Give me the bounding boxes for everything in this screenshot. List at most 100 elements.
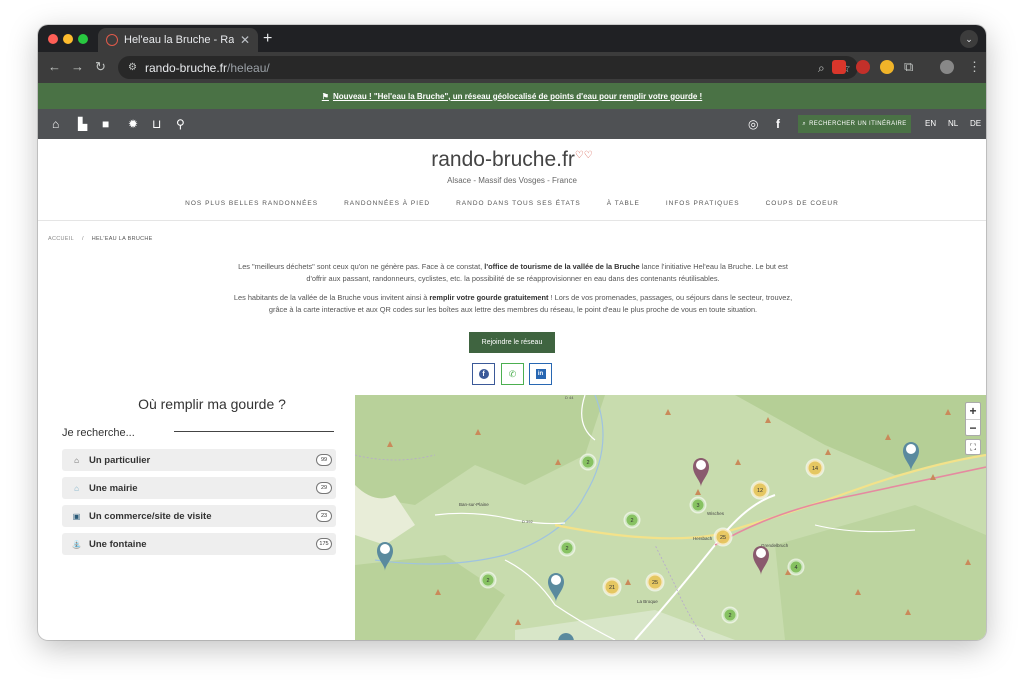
intro-paragraph-2: Les habitants de la vallée de la Bruche …	[233, 293, 793, 314]
menu-item-walking-hikes[interactable]: RANDONNÉES À PIED	[344, 200, 430, 207]
cluster-count[interactable]: 2	[565, 546, 568, 552]
search-route-label: RECHERCHER UN ITINÉRAIRE	[809, 121, 907, 127]
lang-nl[interactable]: NL	[948, 119, 958, 128]
reload-icon[interactable]: ↻	[95, 59, 106, 75]
browser-window: Hel'eau la Bruche - Rando Br ✕ + ⌄ ← → ↻…	[38, 25, 986, 640]
tab-search-icon[interactable]: ⌄	[960, 30, 978, 48]
filter-commerce[interactable]: ▣ Un commerce/site de visite 23	[62, 505, 336, 527]
place-label: Wisches	[707, 511, 725, 516]
map-canvas[interactable]: 2 14 12 3 2 25 2 4 2 21 25 2 Ban-sur-Pla…	[355, 395, 986, 640]
instagram-icon[interactable]: ◎	[748, 117, 758, 131]
logo-heart-icon: ♡♡	[574, 150, 593, 161]
cluster-count[interactable]: 25	[720, 535, 726, 541]
share-whatsapp-button[interactable]: ✆	[501, 363, 524, 385]
cluster-count[interactable]: 14	[812, 466, 818, 472]
browser-tab[interactable]: Hel'eau la Bruche - Rando Br ✕	[98, 28, 258, 52]
extension-icon[interactable]	[832, 60, 846, 74]
site-top-nav: ⌂ ▙ ■ ✹ ⊔ ⚲ ◎ f ⌕ RECHERCHER UN ITINÉRAI…	[38, 109, 986, 139]
road-label: D 44	[565, 395, 574, 400]
lang-de[interactable]: DE	[970, 119, 981, 128]
filter-fontaine[interactable]: ⛲ Une fontaine 175	[62, 533, 336, 555]
filter-count-badge: 99	[316, 454, 332, 466]
zoom-icon[interactable]: ⌕	[818, 61, 825, 76]
filter-count-badge: 175	[316, 538, 332, 550]
zoom-in-button[interactable]: +	[966, 403, 980, 419]
search-icon: ⌕	[802, 120, 807, 127]
facebook-icon[interactable]: f	[776, 117, 780, 131]
announcement-banner[interactable]: ⚑ Nouveau ! "Hel'eau la Bruche", un rése…	[38, 83, 986, 109]
forward-arrow-icon[interactable]: →	[71, 59, 84, 74]
site-favicon-icon	[106, 34, 118, 46]
map-zoom-control: + −	[965, 402, 981, 436]
maximize-window-button[interactable]	[78, 34, 88, 44]
profile-avatar[interactable]	[940, 60, 954, 74]
breadcrumb-home[interactable]: ACCUEIL	[48, 236, 74, 242]
cluster-count[interactable]: 2	[486, 578, 489, 584]
main-menu: NOS PLUS BELLES RANDONNÉES RANDONNÉES À …	[38, 200, 986, 207]
lang-en[interactable]: EN	[925, 119, 936, 128]
url-text: rando-bruche.fr/heleau/	[144, 60, 270, 75]
tab-title: Hel'eau la Bruche - Rando Br	[124, 34, 234, 46]
share-facebook-button[interactable]: f	[472, 363, 495, 385]
water-points-map[interactable]: 2 14 12 3 2 25 2 4 2 21 25 2 Ban-sur-Pla…	[355, 395, 986, 640]
cluster-count[interactable]: 25	[652, 580, 658, 586]
menu-item-a-table[interactable]: À TABLE	[607, 200, 640, 207]
filter-count-badge: 23	[316, 510, 332, 522]
home-icon[interactable]: ⌂	[52, 117, 59, 131]
browser-toolbar: ← → ↻ ⚙ rando-bruche.fr/heleau/ ⌕ ☆ ⧉ ⋮	[38, 52, 986, 83]
filter-label: Une fontaine	[89, 538, 147, 550]
cluster-count[interactable]: 2	[728, 613, 731, 619]
town-hall-icon: ⌂	[74, 483, 79, 493]
cluster-count[interactable]: 4	[794, 565, 797, 571]
settings-icon[interactable]: ✹	[128, 117, 138, 131]
filter-label: Un commerce/site de visite	[89, 510, 212, 522]
menu-item-favorites[interactable]: COUPS DE COEUR	[766, 200, 839, 207]
search-route-button[interactable]: ⌕ RECHERCHER UN ITINÉRAIRE	[798, 115, 911, 133]
menu-item-best-hikes[interactable]: NOS PLUS BELLES RANDONNÉES	[185, 200, 318, 207]
new-tab-icon[interactable]: +	[263, 30, 272, 48]
cluster-count[interactable]: 12	[757, 488, 763, 494]
facebook-icon: f	[478, 369, 489, 379]
site-info-icon[interactable]: ⚙	[128, 62, 137, 73]
search-label: Je recherche...	[62, 427, 135, 439]
cluster-count[interactable]: 21	[609, 585, 615, 591]
share-linkedin-button[interactable]: in	[529, 363, 552, 385]
tab-close-icon[interactable]: ✕	[240, 33, 250, 47]
place-label: La Broque	[637, 599, 658, 604]
video-icon[interactable]: ■	[102, 117, 109, 131]
intro-paragraph-1: Les "meilleurs déchets" sont ceux qu'on …	[238, 262, 788, 283]
menu-item-rando-states[interactable]: RANDO DANS TOUS SES ÉTATS	[456, 200, 581, 207]
menu-item-practical-info[interactable]: INFOS PRATIQUES	[666, 200, 740, 207]
join-network-button[interactable]: Rejoindre le réseau	[469, 332, 555, 353]
zoom-out-button[interactable]: −	[966, 419, 980, 435]
road-label: D 392	[522, 519, 533, 524]
back-arrow-icon[interactable]: ←	[48, 59, 61, 74]
cluster-count[interactable]: 2	[630, 518, 633, 524]
address-bar[interactable]: ⚙ rando-bruche.fr/heleau/ ⌕ ☆	[118, 56, 858, 79]
close-window-button[interactable]	[48, 34, 58, 44]
breadcrumb: ACCUEIL / HEL'EAU LA BRUCHE	[48, 236, 153, 242]
extension-icon[interactable]	[880, 60, 894, 74]
breadcrumb-current: HEL'EAU LA BRUCHE	[91, 236, 153, 242]
bike-icon[interactable]: ⚲	[176, 117, 185, 131]
basket-icon[interactable]: ⊔	[152, 117, 161, 131]
announcement-link[interactable]: Nouveau ! "Hel'eau la Bruche", un réseau…	[333, 92, 702, 101]
extension-icon[interactable]	[856, 60, 870, 74]
whatsapp-icon: ✆	[508, 368, 517, 379]
cluster-count[interactable]: 3	[696, 503, 699, 509]
filter-mairie[interactable]: ⌂ Une mairie 29	[62, 477, 336, 499]
minimize-window-button[interactable]	[63, 34, 73, 44]
panel-title: Où remplir ma gourde ?	[138, 396, 286, 412]
place-label: Hersbach	[693, 536, 713, 541]
site-logo[interactable]: rando-bruche.fr♡♡	[38, 148, 986, 172]
cluster-count[interactable]: 2	[586, 460, 589, 466]
site-header: rando-bruche.fr♡♡ Alsace - Massif des Vo…	[38, 139, 986, 221]
extensions-puzzle-icon[interactable]: ⧉	[904, 59, 913, 75]
filter-particulier[interactable]: ⌂ Un particulier 99	[62, 449, 336, 471]
fullscreen-button[interactable]: ⛶	[965, 439, 981, 455]
tab-strip: Hel'eau la Bruche - Rando Br ✕ + ⌄	[38, 25, 986, 52]
shop-icon: ▣	[72, 511, 81, 521]
browser-menu-icon[interactable]: ⋮	[968, 59, 981, 75]
boot-icon[interactable]: ▙	[78, 117, 87, 131]
place-label: Ban-sur-Plaine	[459, 502, 489, 507]
